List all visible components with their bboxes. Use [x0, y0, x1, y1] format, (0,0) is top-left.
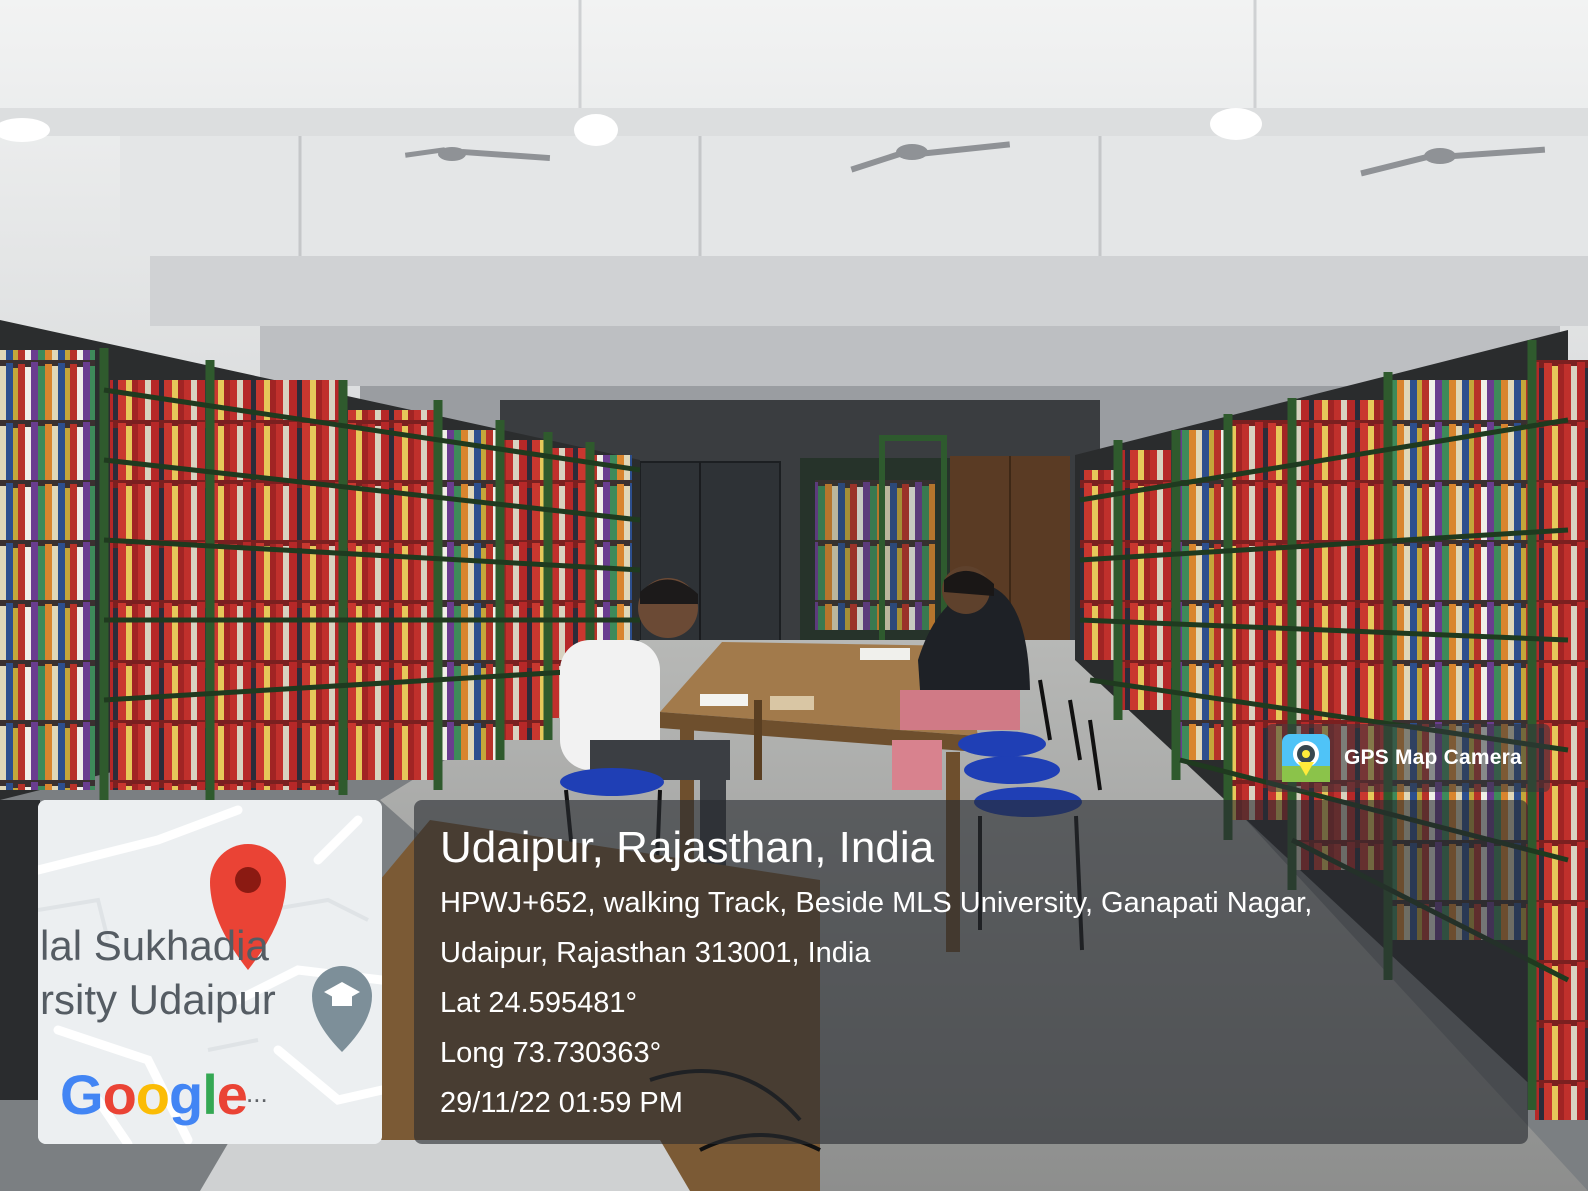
capture-timestamp: 29/11/22 01:59 PM	[440, 1087, 683, 1119]
google-logo: Google	[60, 1062, 248, 1127]
google-logo-letter: l	[202, 1063, 218, 1126]
gps-map-camera-icon	[1282, 734, 1330, 782]
location-city: Udaipur, Rajasthan, India	[440, 823, 935, 872]
location-info-panel: Udaipur, Rajasthan, India HPWJ+652, walk…	[414, 800, 1528, 1144]
map-thumbnail: lal Sukhadia rsity Udaipur Google ...	[38, 800, 382, 1144]
latitude-value: Lat 24.595481°	[440, 987, 638, 1019]
gps-map-camera-badge: GPS Map Camera	[1266, 724, 1550, 792]
google-logo-letter: G	[60, 1063, 104, 1126]
map-place-label-line-2: rsity Udaipur	[40, 976, 276, 1023]
map-more-ellipsis: ...	[246, 1078, 268, 1108]
address-line-1: HPWJ+652, walking Track, Beside MLS Univ…	[440, 887, 1313, 919]
google-logo-letter: o	[135, 1063, 170, 1126]
google-logo-letter: g	[169, 1063, 203, 1126]
google-logo-letter: e	[216, 1063, 248, 1126]
gps-map-camera-label: GPS Map Camera	[1344, 746, 1522, 769]
map-place-label-line-1: lal Sukhadia	[40, 922, 269, 969]
google-logo-letter: o	[102, 1063, 137, 1126]
longitude-value: Long 73.730363°	[440, 1037, 662, 1069]
address-line-2: Udaipur, Rajasthan 313001, India	[440, 937, 871, 969]
